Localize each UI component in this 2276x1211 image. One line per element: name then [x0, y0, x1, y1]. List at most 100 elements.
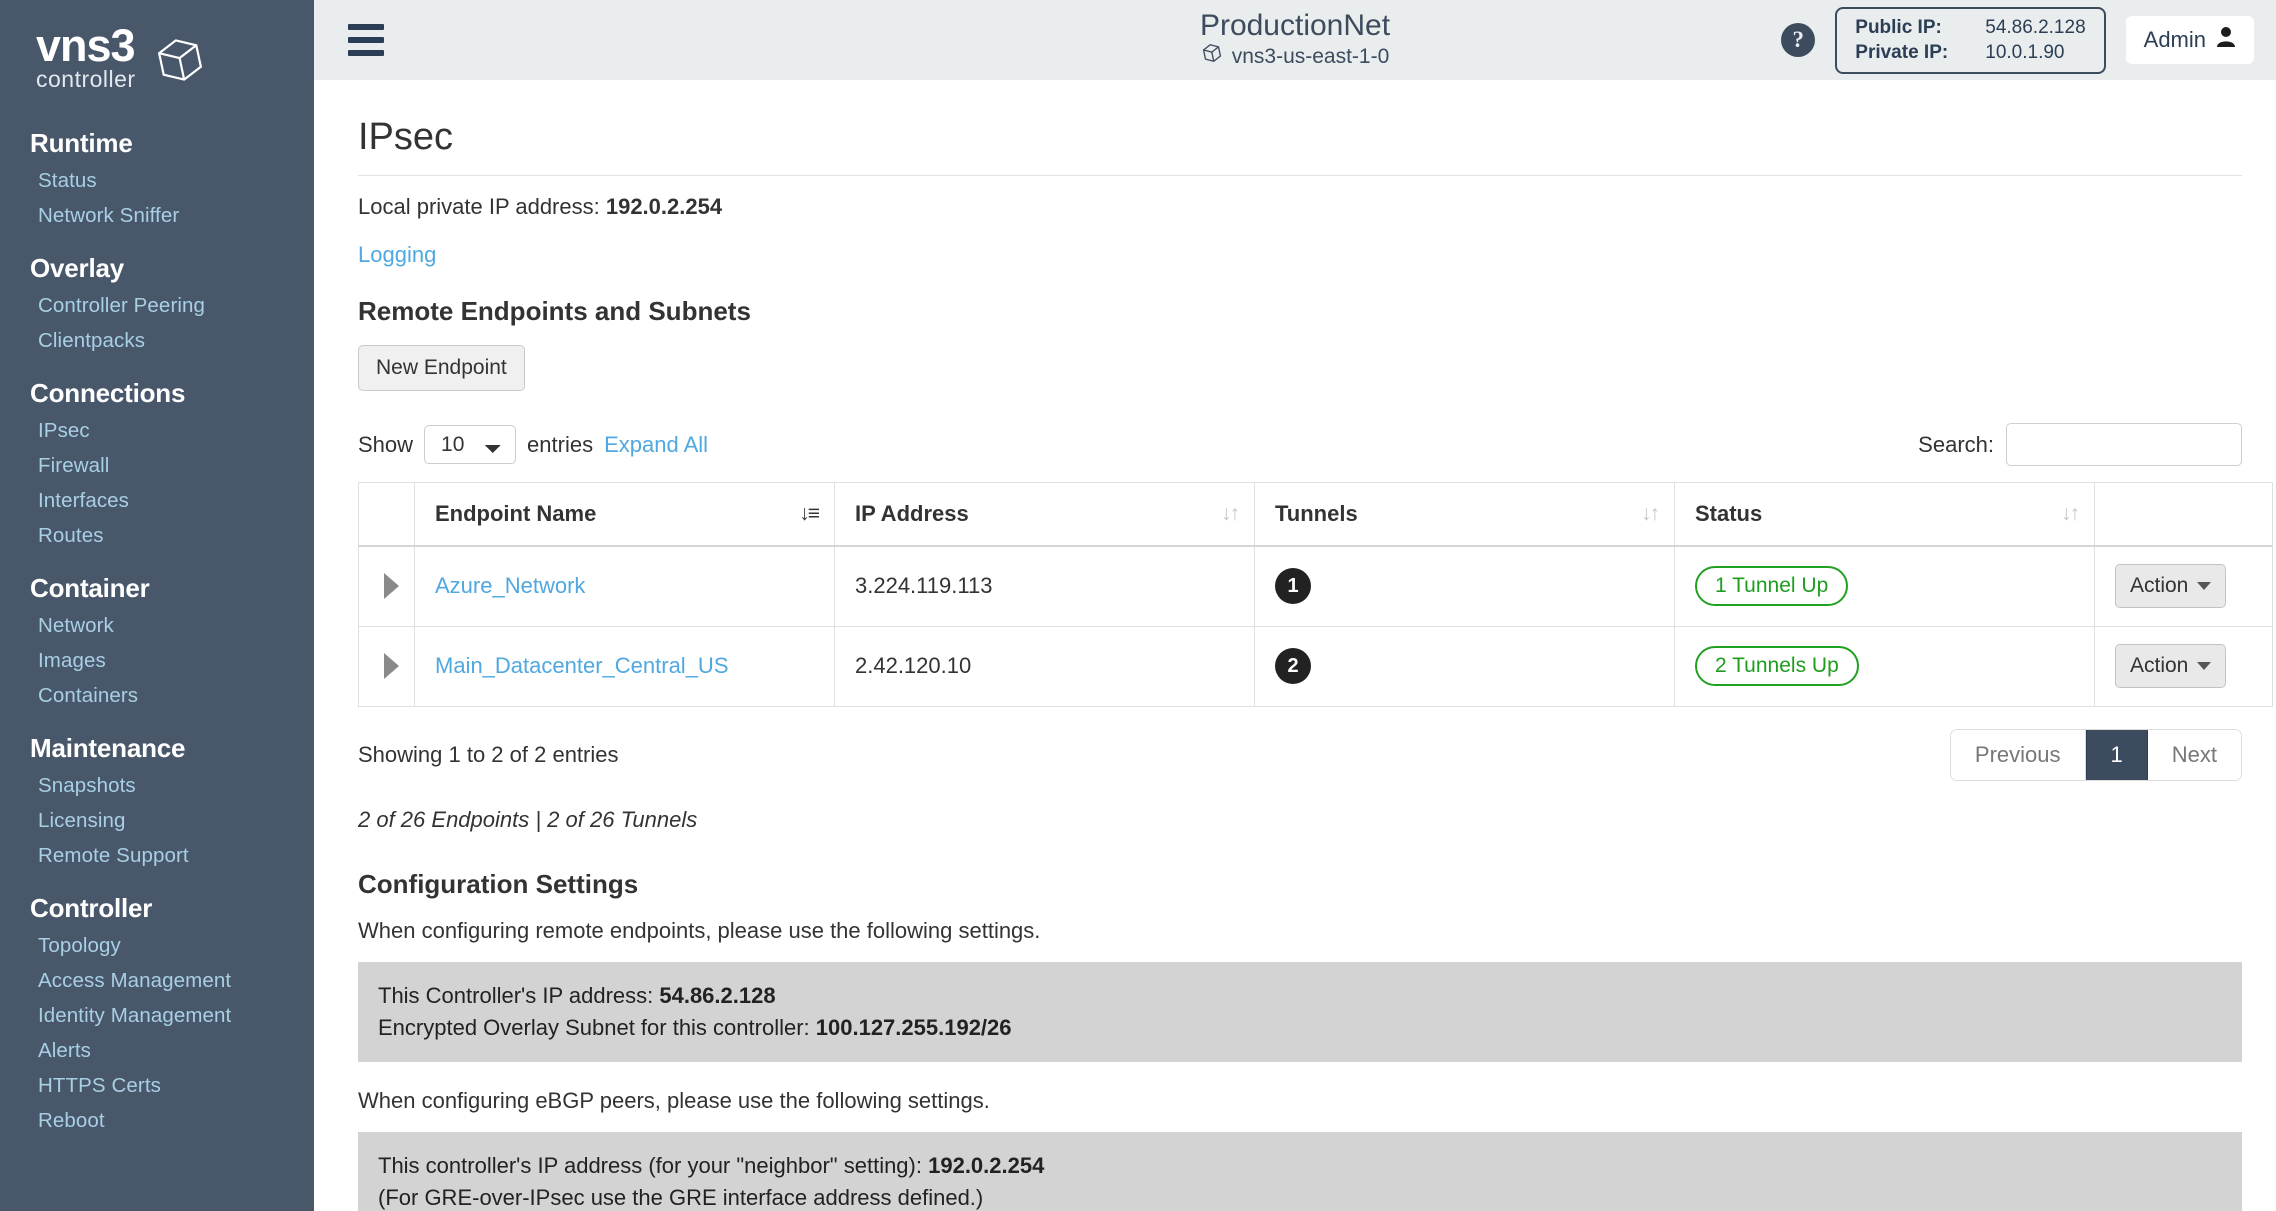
main-area: ProductionNet vns3-us-east-1-0 ? Public … [314, 0, 2276, 1211]
help-icon[interactable]: ? [1781, 23, 1816, 57]
endpoint-name-link[interactable]: Main_Datacenter_Central_US [435, 653, 729, 678]
nav-header-connections: Connections [30, 378, 186, 408]
gre-note-line: (For GRE-over-IPsec use the GRE interfac… [378, 1184, 984, 1210]
sidebar-item-controller-peering[interactable]: Controller Peering [0, 288, 314, 323]
th-expand [358, 482, 415, 547]
sort-desc-icon[interactable]: ↓≡ [799, 502, 820, 526]
row-action-cell: Action [2094, 545, 2273, 627]
topbar-right: ? Public IP: 54.86.2.128 Private IP: 10.… [1781, 6, 2254, 74]
overlay-subnet-line: Encrypted Overlay Subnet for this contro… [378, 1012, 2222, 1044]
controller-ip-line: This Controller's IP address: 54.86.2.12… [378, 980, 2222, 1012]
row-endpoint-name-cell: Main_Datacenter_Central_US [414, 625, 835, 707]
sidebar-item-https-certs[interactable]: HTTPS Certs [0, 1068, 314, 1103]
local-ip-line: Local private IP address: 192.0.2.254 [358, 194, 2242, 220]
action-label: Action [2130, 574, 2189, 598]
caret-right-icon[interactable] [384, 653, 399, 679]
pagination-page-1[interactable]: 1 [2085, 729, 2148, 780]
new-endpoint-button[interactable]: New Endpoint [358, 345, 525, 391]
sidebar-item-alerts[interactable]: Alerts [0, 1033, 314, 1068]
row-status-cell: 1 Tunnel Up [1674, 545, 2095, 627]
show-entries-group: Show 102550100 entries Expand All [358, 425, 708, 464]
sort-both-icon[interactable]: ↓↑ [1641, 502, 1660, 526]
row-status-cell: 2 Tunnels Up [1674, 625, 2095, 707]
sidebar-item-clientpacks[interactable]: Clientpacks [0, 323, 314, 358]
sidebar-item-routes[interactable]: Routes [0, 518, 314, 553]
status-badge: 1 Tunnel Up [1695, 566, 1849, 607]
sidebar-item-remote-support[interactable]: Remote Support [0, 838, 314, 873]
sidebar-item-licensing[interactable]: Licensing [0, 803, 314, 838]
th-tunnels[interactable]: Tunnels ↓↑ [1254, 482, 1675, 547]
pagination-next[interactable]: Next [2147, 729, 2241, 780]
action-dropdown-button[interactable]: Action [2115, 564, 2227, 609]
th-endpoint-name[interactable]: Endpoint Name ↓≡ [414, 482, 835, 547]
controller-settings-panel: This Controller's IP address: 54.86.2.12… [358, 961, 2242, 1062]
row-expand-cell[interactable] [358, 545, 415, 627]
pagination-previous[interactable]: Previous [1950, 729, 2086, 780]
bgp-settings-panel: This controller's IP address (for your "… [358, 1131, 2242, 1211]
nav-group-overlay: Overlay Controller Peering Clientpacks [0, 243, 314, 358]
sidebar-item-topology[interactable]: Topology [0, 928, 314, 963]
th-ip-address[interactable]: IP Address ↓↑ [834, 482, 1255, 547]
entries-select[interactable]: 102550100 [424, 425, 517, 464]
endpoint-tunnel-counts: 2 of 26 Endpoints | 2 of 26 Tunnels [358, 806, 698, 832]
logging-link[interactable]: Logging [358, 242, 436, 268]
controller-ip-value: 54.86.2.128 [659, 982, 776, 1008]
private-ip-label: Private IP: [1855, 41, 1949, 63]
search-input[interactable] [2006, 423, 2242, 466]
private-ip-value: 10.0.1.90 [1985, 41, 2065, 63]
expand-all-link[interactable]: Expand All [604, 432, 708, 458]
nav-group-runtime: Runtime Status Network Sniffer [0, 118, 314, 233]
sort-both-icon[interactable]: ↓↑ [1221, 502, 1240, 526]
row-expand-cell[interactable] [358, 625, 415, 707]
sidebar-item-access-management[interactable]: Access Management [0, 963, 314, 998]
local-ip-label: Local private IP address: [358, 194, 606, 219]
ip-info-box: Public IP: 54.86.2.128 Private IP: 10.0.… [1835, 6, 2106, 74]
th-status[interactable]: Status ↓↑ [1674, 482, 2095, 547]
sidebar-item-interfaces[interactable]: Interfaces [0, 483, 314, 518]
hamburger-bar [348, 37, 384, 43]
bgp-neighbor-value: 192.0.2.254 [928, 1152, 1045, 1178]
sidebar-item-snapshots[interactable]: Snapshots [0, 768, 314, 803]
hamburger-bar [348, 24, 384, 30]
caret-right-icon[interactable] [384, 573, 399, 600]
cube-icon [154, 34, 206, 91]
endpoint-name-link[interactable]: Azure_Network [435, 573, 585, 598]
sidebar-item-ipsec[interactable]: IPsec [0, 413, 314, 448]
endpoint-ip: 2.42.120.10 [855, 653, 972, 678]
nav-group-connections: Connections IPsec Firewall Interfaces Routes [0, 368, 314, 553]
th-endpoint-name-label: Endpoint Name [435, 501, 597, 526]
public-ip-label: Public IP: [1855, 16, 1942, 38]
table-header-row: Endpoint Name ↓≡ IP Address ↓↑ Tunnels ↓… [358, 482, 2273, 547]
pagination: Previous 1 Next [1949, 728, 2242, 781]
sidebar-item-identity-management[interactable]: Identity Management [0, 998, 314, 1033]
public-ip-row: Public IP: 54.86.2.128 [1855, 15, 2085, 40]
table-head: Endpoint Name ↓≡ IP Address ↓↑ Tunnels ↓… [358, 482, 2273, 547]
overlay-subnet-value: 100.127.255.192/26 [815, 1014, 1012, 1040]
sidebar-item-containers[interactable]: Containers [0, 678, 314, 713]
th-action [2094, 482, 2273, 547]
search-group: Search: [1918, 423, 2242, 466]
admin-menu-button[interactable]: Admin [2125, 16, 2254, 64]
sidebar-item-status[interactable]: Status [0, 163, 314, 198]
sort-both-icon[interactable]: ↓↑ [2061, 502, 2080, 526]
app-root: vns3 controller Runtime Status Network Sni… [0, 0, 2276, 1211]
sidebar-item-firewall[interactable]: Firewall [0, 448, 314, 483]
show-label: Show [358, 431, 414, 457]
sidebar-item-network[interactable]: Network [0, 608, 314, 643]
table-footer: Showing 1 to 2 of 2 entries Previous 1 N… [358, 728, 2242, 781]
overlay-subnet-label: Encrypted Overlay Subnet for this contro… [378, 1014, 816, 1040]
sidebar-item-reboot[interactable]: Reboot [0, 1103, 314, 1138]
sidebar-item-network-sniffer[interactable]: Network Sniffer [0, 198, 314, 233]
configuration-settings-heading: Configuration Settings [358, 868, 639, 899]
controller-name: vns3-us-east-1-0 [1231, 44, 1390, 68]
action-dropdown-button[interactable]: Action [2115, 644, 2227, 688]
entries-label: entries [527, 431, 594, 457]
logo[interactable]: vns3 controller [0, 18, 314, 104]
sidebar-item-images[interactable]: Images [0, 643, 314, 678]
top-bar: ProductionNet vns3-us-east-1-0 ? Public … [314, 0, 2276, 80]
hamburger-icon[interactable] [348, 24, 384, 56]
sidebar: vns3 controller Runtime Status Network Sni… [0, 0, 314, 1211]
logo-text: vns3 controller [36, 23, 136, 91]
user-icon [2216, 26, 2236, 54]
row-ip-cell: 3.224.119.113 [834, 545, 1255, 627]
